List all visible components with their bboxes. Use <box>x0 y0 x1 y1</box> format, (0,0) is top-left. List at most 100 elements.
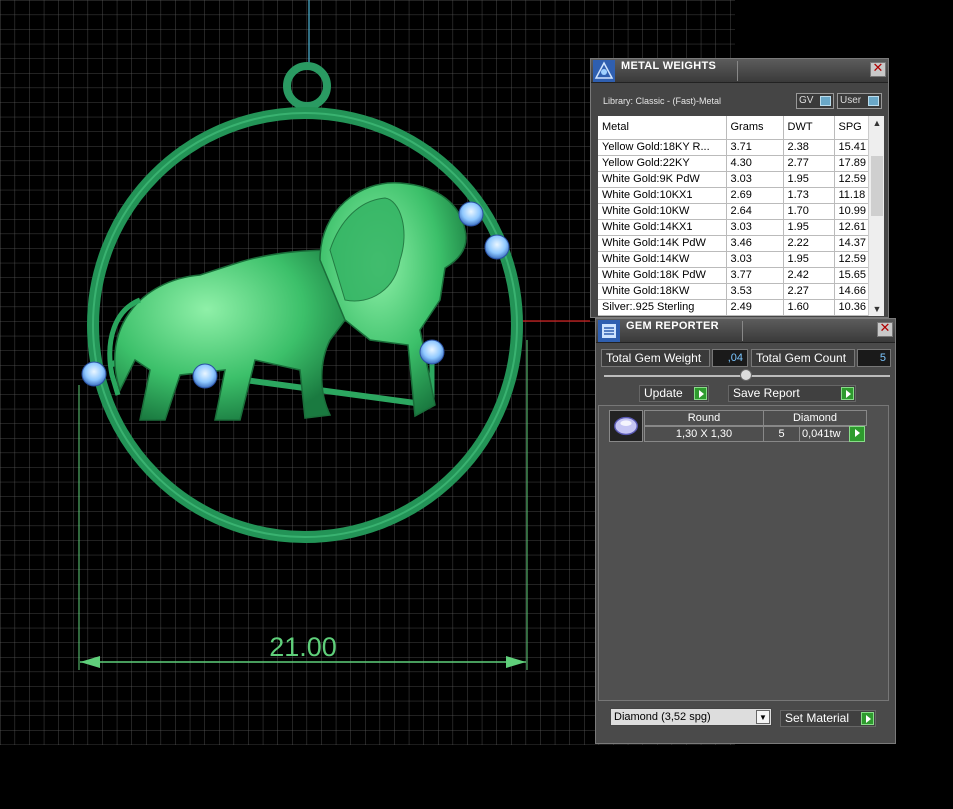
table-row[interactable]: White Gold:10KX1 2.69 1.73 11.18 <box>598 187 869 204</box>
table-row[interactable]: White Gold:14KW 3.03 1.95 12.59 <box>598 251 869 268</box>
gem-weight-cell: 0,041tw <box>799 426 851 442</box>
title-separator <box>742 321 743 341</box>
cell-metal: White Gold:18KW <box>598 283 727 300</box>
gem-reporter-panel: GEM REPORTER ✕ Total Gem Weight ,04 Tota… <box>595 318 896 744</box>
cell-grams: 2.49 <box>726 299 784 316</box>
cell-metal: Yellow Gold:18KY R... <box>598 139 727 156</box>
gem-shape-header: Round <box>644 410 764 426</box>
table-row[interactable]: White Gold:14KX1 3.03 1.95 12.61 <box>598 219 869 236</box>
cell-grams: 3.77 <box>726 267 784 284</box>
cell-dwt: 1.95 <box>783 171 835 188</box>
cell-metal: White Gold:10KW <box>598 203 727 220</box>
user-toggle-label: User <box>840 95 862 106</box>
table-row[interactable]: Yellow Gold:18KY R... 3.71 2.38 15.41 <box>598 139 869 156</box>
metal-weights-titlebar[interactable]: METAL WEIGHTS ✕ <box>591 59 888 83</box>
gv-toggle-label: GV <box>799 95 814 106</box>
gem-stone <box>81 361 107 387</box>
close-icon[interactable]: ✕ <box>877 322 893 337</box>
cell-dwt: 2.42 <box>783 267 835 284</box>
cell-grams: 3.71 <box>726 139 784 156</box>
cell-dwt: 2.77 <box>783 155 835 172</box>
cell-metal: White Gold:14K PdW <box>598 235 727 252</box>
update-button[interactable]: Update <box>639 385 709 402</box>
round-diamond-icon <box>609 410 643 442</box>
cell-spg: 12.61 <box>834 219 869 236</box>
table-header-row: Metal Grams DWT SPG <box>598 116 869 140</box>
total-gem-weight-value: ,04 <box>712 349 748 367</box>
cell-grams: 3.03 <box>726 171 784 188</box>
user-toggle[interactable]: User <box>837 93 882 109</box>
gem-stone <box>419 339 445 365</box>
cell-metal: White Gold:18K PdW <box>598 267 727 284</box>
table-row[interactable]: White Gold:14K PdW 3.46 2.22 14.37 <box>598 235 869 252</box>
cell-dwt: 2.27 <box>783 283 835 300</box>
metal-weights-icon <box>593 60 615 82</box>
column-header-dwt[interactable]: DWT <box>783 116 835 140</box>
gv-toggle[interactable]: GV <box>796 93 834 109</box>
cell-grams: 3.03 <box>726 219 784 236</box>
table-row[interactable]: White Gold:9K PdW 3.03 1.95 12.59 <box>598 171 869 188</box>
play-arrow-icon <box>841 387 854 400</box>
gem-stone <box>458 201 484 227</box>
chevron-down-icon[interactable]: ▼ <box>756 710 770 724</box>
scrollbar-thumb[interactable] <box>871 156 883 216</box>
cell-grams: 2.69 <box>726 187 784 204</box>
chevron-down-icon[interactable]: ▼ <box>869 302 884 316</box>
gem-reporter-titlebar[interactable]: GEM REPORTER ✕ <box>596 319 895 343</box>
gem-reporter-title: GEM REPORTER <box>626 320 719 332</box>
toggle-icon <box>820 96 831 106</box>
gem-material-header: Diamond <box>763 410 867 426</box>
metal-weights-table[interactable]: Metal Grams DWT SPG Yellow Gold:18KY R..… <box>598 116 884 316</box>
column-header-spg[interactable]: SPG <box>834 116 869 140</box>
cell-dwt: 1.95 <box>783 251 835 268</box>
cell-metal: White Gold:14KX1 <box>598 219 727 236</box>
table-row[interactable]: White Gold:18KW 3.53 2.27 14.66 <box>598 283 869 300</box>
chevron-up-icon[interactable]: ▲ <box>869 116 884 130</box>
cell-metal: White Gold:9K PdW <box>598 171 727 188</box>
column-header-metal[interactable]: Metal <box>598 116 727 140</box>
cell-spg: 14.37 <box>834 235 869 252</box>
set-material-button-label: Set Material <box>785 711 850 725</box>
table-row[interactable]: White Gold:18K PdW 3.77 2.42 15.65 <box>598 267 869 284</box>
cell-dwt: 1.60 <box>783 299 835 316</box>
cell-dwt: 1.95 <box>783 219 835 236</box>
toggle-icon <box>868 96 879 106</box>
cell-spg: 15.41 <box>834 139 869 156</box>
save-report-button[interactable]: Save Report <box>728 385 856 402</box>
update-button-label: Update <box>644 386 683 400</box>
set-material-button[interactable]: Set Material <box>780 710 876 727</box>
table-row[interactable]: White Gold:10KW 2.64 1.70 10.99 <box>598 203 869 220</box>
table-row[interactable]: Silver:.925 Sterling 2.49 1.60 10.36 <box>598 299 869 316</box>
library-label: Library: Classic - (Fast)-Metal <box>603 96 722 106</box>
cell-metal: White Gold:14KW <box>598 251 727 268</box>
cell-dwt: 1.73 <box>783 187 835 204</box>
gem-list[interactable]: Round Diamond 1,30 X 1,30 5 0,041tw <box>598 405 889 701</box>
cell-spg: 14.66 <box>834 283 869 300</box>
close-icon[interactable]: ✕ <box>870 62 886 77</box>
table-scrollbar[interactable]: ▲ ▼ <box>868 116 884 316</box>
cell-spg: 10.99 <box>834 203 869 220</box>
play-arrow-icon <box>861 712 874 725</box>
cell-grams: 3.46 <box>726 235 784 252</box>
cell-metal: Yellow Gold:22KY <box>598 155 727 172</box>
total-gem-weight-label: Total Gem Weight <box>601 349 710 367</box>
cell-dwt: 1.70 <box>783 203 835 220</box>
column-header-grams[interactable]: Grams <box>726 116 784 140</box>
cell-spg: 17.89 <box>834 155 869 172</box>
cell-metal: Silver:.925 Sterling <box>598 299 727 316</box>
cell-grams: 2.64 <box>726 203 784 220</box>
dimension-label: 21.00 <box>269 632 337 662</box>
panel-slider-knob[interactable] <box>740 369 752 381</box>
play-arrow-icon <box>694 387 707 400</box>
cell-dwt: 2.22 <box>783 235 835 252</box>
material-select[interactable]: Diamond (3,52 spg) ▼ <box>610 708 772 726</box>
table-row[interactable]: Yellow Gold:22KY 4.30 2.77 17.89 <box>598 155 869 172</box>
gem-row-action-button[interactable] <box>849 426 865 442</box>
gem-size-cell: 1,30 X 1,30 <box>644 426 764 442</box>
total-gem-count-label: Total Gem Count <box>751 349 855 367</box>
cell-spg: 15.65 <box>834 267 869 284</box>
metal-weights-panel: METAL WEIGHTS ✕ Library: Classic - (Fast… <box>590 58 889 318</box>
cell-spg: 10.36 <box>834 299 869 316</box>
cell-spg: 12.59 <box>834 251 869 268</box>
cell-dwt: 2.38 <box>783 139 835 156</box>
